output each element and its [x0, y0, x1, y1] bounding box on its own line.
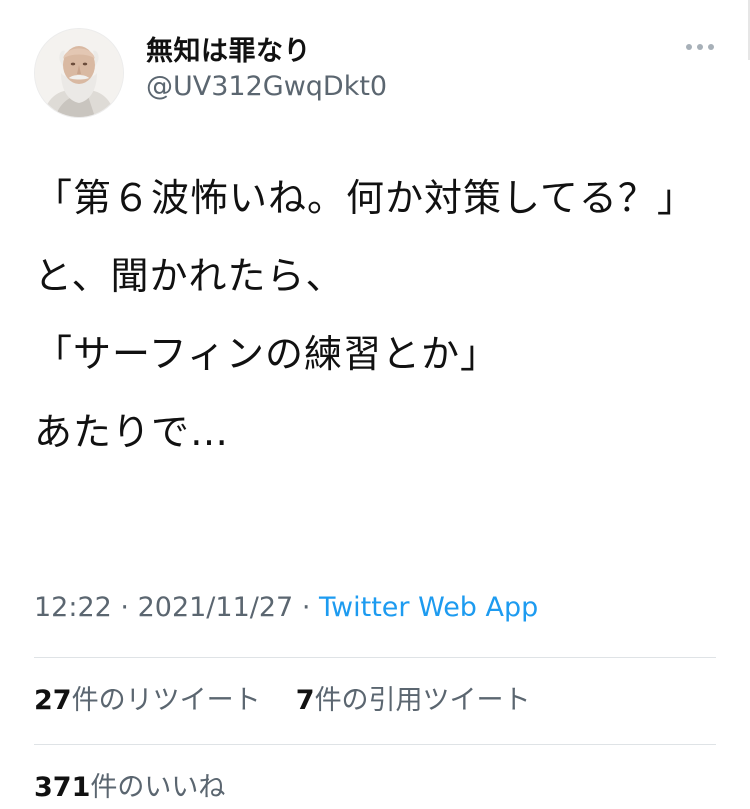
more-horizontal-icon-dot — [697, 44, 703, 50]
meta-separator: · — [301, 592, 311, 623]
more-horizontal-icon-dot — [708, 44, 714, 50]
meta-separator: · — [120, 592, 129, 623]
tweet-source-link[interactable]: Twitter Web App — [319, 592, 538, 623]
avatar[interactable] — [34, 28, 124, 118]
likes-label: 件のいいね — [90, 772, 226, 803]
quotes-label: 件の引用ツイート — [314, 685, 531, 716]
quotes-count: 7 — [295, 685, 315, 716]
author-display-name[interactable]: 無知は罪なり — [146, 36, 387, 68]
more-options-button[interactable] — [686, 44, 714, 50]
tweet-likes-row: 371件のいいね — [34, 768, 225, 808]
tweet-detail: 無知は罪なり @UV312GwqDkt0 「第６波怖いね。何か対策してる？」 と… — [0, 0, 750, 809]
retweets-stat[interactable]: 27件のリツイート — [34, 685, 261, 716]
more-horizontal-icon — [686, 44, 692, 50]
likes-count: 371 — [34, 772, 91, 803]
divider — [34, 744, 716, 745]
tweet-paragraph: と、聞かれたら、 — [34, 254, 345, 298]
author-names: 無知は罪なり @UV312GwqDkt0 — [146, 36, 387, 104]
tweet-paragraph: 「サーフィンの練習とか」 — [34, 332, 499, 376]
quotes-stat[interactable]: 7件の引用ツイート — [296, 685, 531, 716]
tweet-meta: 12:22 · 2021/11/27 · Twitter Web App — [34, 588, 538, 628]
divider — [34, 657, 716, 658]
author-handle[interactable]: @UV312GwqDkt0 — [146, 70, 387, 104]
retweets-count: 27 — [34, 685, 72, 716]
tweet-paragraph: あたりで… — [34, 410, 230, 454]
tweet-paragraph: 「第６波怖いね。何か対策してる？」 — [34, 176, 696, 220]
tweet-text: 「第６波怖いね。何か対策してる？」 と、聞かれたら、 「サーフィンの練習とか」 … — [34, 170, 724, 490]
tweet-header: 無知は罪なり @UV312GwqDkt0 — [34, 28, 724, 128]
likes-stat[interactable]: 371件のいいね — [34, 772, 225, 803]
socrates-bust-avatar-icon — [35, 29, 123, 117]
tweet-stats-row: 27件のリツイート 7件の引用ツイート — [34, 681, 531, 721]
tweet-time[interactable]: 12:22 — [34, 592, 112, 623]
retweets-label: 件のリツイート — [71, 685, 261, 716]
tweet-date[interactable]: 2021/11/27 — [138, 592, 294, 623]
